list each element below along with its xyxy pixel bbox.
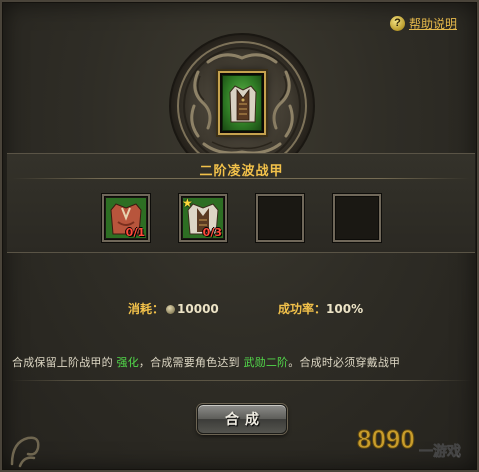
success-stat: 成功率：100% (278, 300, 363, 317)
material-slot-2[interactable]: ★ 0/3 (179, 194, 227, 242)
material-slot-1[interactable]: 0/1 (102, 194, 150, 242)
description-part: ，合成需要角色达到 (138, 356, 240, 369)
watermark-sub: 一游戏 (419, 443, 461, 460)
description-text: 合成保留上阶战甲的 强化，合成需要角色达到 武勋二阶。合成时必须穿戴战甲 (12, 354, 472, 370)
title-divider (12, 178, 470, 179)
coin-icon (166, 305, 176, 314)
cost-value: 10000 (177, 302, 219, 316)
item-title: 二阶凌波战甲 (199, 164, 284, 179)
description-part: 合成保留上阶战甲的 (12, 356, 113, 369)
success-value: 100% (326, 302, 364, 316)
star-icon: ★ (182, 196, 193, 210)
result-item-slot[interactable] (222, 75, 262, 131)
corner-ornament (10, 436, 40, 468)
cost-label: 消耗： (128, 302, 165, 316)
help-link[interactable]: ? 帮助说明 (389, 15, 457, 32)
material-slot-4[interactable] (333, 194, 381, 242)
success-label: 成功率： (278, 302, 327, 316)
compose-button-label: 合成 (225, 412, 265, 428)
description-highlight: 强化 (116, 356, 139, 369)
cost-stat: 消耗： 10000 (128, 300, 219, 317)
compose-panel: ? 帮助说明 二阶凌波战甲 0/1 ★ 0/3 消耗： 10000 成功率：10… (0, 0, 479, 472)
watermark-logo: 8090 一游戏 (357, 424, 462, 461)
material-slot-3[interactable] (256, 194, 304, 242)
question-icon: ? (389, 16, 405, 31)
watermark-text: 8090 (357, 424, 415, 454)
compose-button[interactable]: 合成 (197, 404, 287, 434)
section-divider (10, 380, 472, 381)
help-label: 帮助说明 (408, 17, 457, 31)
vest-armor-icon (229, 85, 257, 123)
material-count: 0/3 (202, 226, 222, 239)
material-count: 0/1 (125, 226, 145, 239)
description-highlight: 武勋二阶 (243, 356, 289, 369)
description-part: 。合成时必须穿戴战甲 (288, 356, 401, 369)
